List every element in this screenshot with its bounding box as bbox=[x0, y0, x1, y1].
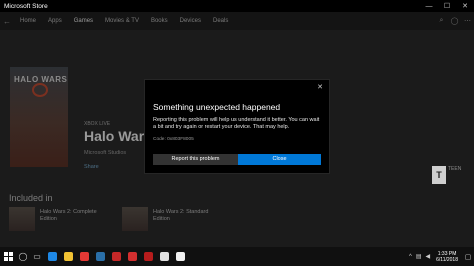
close-window-button[interactable]: ✕ bbox=[456, 0, 474, 12]
taskbar-app-chrome[interactable] bbox=[76, 247, 92, 266]
taskbar-app-store[interactable] bbox=[172, 247, 188, 266]
screen: Microsoft Store — ☐ ✕ ← Home Apps Games … bbox=[0, 0, 474, 266]
taskbar-app-app-red-1[interactable] bbox=[108, 247, 124, 266]
app-white-icon bbox=[159, 252, 169, 261]
game-cover-image: HALO WARS bbox=[10, 67, 68, 167]
included-item-label: Halo Wars 2: Complete Edition bbox=[40, 209, 97, 222]
windows-logo-icon bbox=[3, 252, 13, 261]
steam-icon bbox=[95, 252, 105, 261]
edge-icon bbox=[47, 252, 57, 261]
title-bar: Microsoft Store — ☐ ✕ bbox=[0, 0, 474, 12]
esrb-rating-label: TEEN bbox=[448, 166, 462, 172]
chrome-icon bbox=[79, 252, 89, 261]
network-icon[interactable]: ▤ bbox=[414, 253, 424, 260]
included-item[interactable]: Halo Wars 2: Complete Edition bbox=[9, 207, 114, 237]
share-link[interactable]: Share bbox=[84, 164, 99, 170]
esrb-rating-badge: T bbox=[432, 166, 446, 184]
error-code: Code: 0x803F8005 bbox=[153, 137, 194, 142]
taskbar-app-app-red-2[interactable] bbox=[124, 247, 140, 266]
close-icon[interactable]: ✕ bbox=[317, 83, 323, 91]
search-icon[interactable]: ◯ bbox=[16, 247, 30, 266]
clock[interactable]: 1:33 PM 6/11/2018 bbox=[432, 251, 462, 263]
clock-date: 6/11/2018 bbox=[436, 256, 458, 263]
more-icon[interactable]: ⋯ bbox=[461, 17, 474, 25]
system-tray: ^ ▤ ◀ bbox=[407, 253, 433, 261]
search-icon[interactable]: ⌕ bbox=[435, 17, 448, 25]
back-arrow-icon[interactable]: ← bbox=[0, 17, 14, 26]
store-nav-bar: ← Home Apps Games Movies & TV Books Devi… bbox=[0, 12, 474, 30]
taskbar-app-app-white[interactable] bbox=[156, 247, 172, 266]
tab-games[interactable]: Games bbox=[68, 18, 99, 24]
taskbar-app-app-red-3[interactable] bbox=[140, 247, 156, 266]
included-item-thumbnail bbox=[9, 207, 35, 231]
tab-devices[interactable]: Devices bbox=[174, 18, 207, 24]
app-red-3-icon bbox=[143, 252, 153, 261]
account-icon[interactable]: ◯ bbox=[448, 17, 461, 25]
clock-time: 1:33 PM bbox=[437, 250, 457, 257]
close-button[interactable]: Close bbox=[238, 154, 321, 165]
report-problem-button[interactable]: Report this problem bbox=[153, 154, 238, 165]
pinned-apps bbox=[44, 247, 188, 266]
taskbar-app-steam[interactable] bbox=[92, 247, 108, 266]
taskbar-app-edge[interactable] bbox=[44, 247, 60, 266]
xbox-live-tag: XBOX LIVE bbox=[84, 121, 111, 127]
dialog-heading: Something unexpected happened bbox=[153, 102, 281, 112]
maximize-button[interactable]: ☐ bbox=[438, 0, 456, 12]
taskbar-app-file-explorer[interactable] bbox=[60, 247, 76, 266]
tab-books[interactable]: Books bbox=[145, 18, 174, 24]
taskbar: ◯ ▭ ^ ▤ ◀ 1:33 PM 6/11/2018 ▢ bbox=[0, 247, 474, 266]
file-explorer-icon bbox=[63, 252, 73, 261]
task-view-icon[interactable]: ▭ bbox=[30, 247, 44, 266]
tab-movies-tv[interactable]: Movies & TV bbox=[99, 18, 145, 24]
cover-emblem bbox=[32, 83, 48, 97]
tab-deals[interactable]: Deals bbox=[207, 18, 234, 24]
dialog-message: Reporting this problem will help us unde… bbox=[153, 117, 320, 131]
publisher-link[interactable]: Microsoft Studios bbox=[84, 150, 126, 156]
app-red-2-icon bbox=[127, 252, 137, 261]
minimize-button[interactable]: — bbox=[420, 0, 438, 12]
volume-icon[interactable]: ◀ bbox=[424, 253, 433, 260]
included-in-heading: Included in bbox=[9, 193, 53, 203]
action-center-icon[interactable]: ▢ bbox=[462, 253, 474, 261]
app-red-1-icon bbox=[111, 252, 121, 261]
included-item[interactable]: Halo Wars 2: Standard Edition bbox=[122, 207, 227, 237]
chevron-up-icon[interactable]: ^ bbox=[407, 254, 414, 260]
store-icon bbox=[175, 252, 185, 261]
error-dialog: ✕ Something unexpected happened Reportin… bbox=[144, 79, 330, 174]
included-item-label: Halo Wars 2: Standard Edition bbox=[153, 209, 209, 222]
tab-apps[interactable]: Apps bbox=[42, 18, 68, 24]
start-button[interactable] bbox=[0, 247, 16, 266]
tab-home[interactable]: Home bbox=[14, 18, 42, 24]
window-title: Microsoft Store bbox=[4, 2, 48, 10]
included-item-thumbnail bbox=[122, 207, 148, 231]
